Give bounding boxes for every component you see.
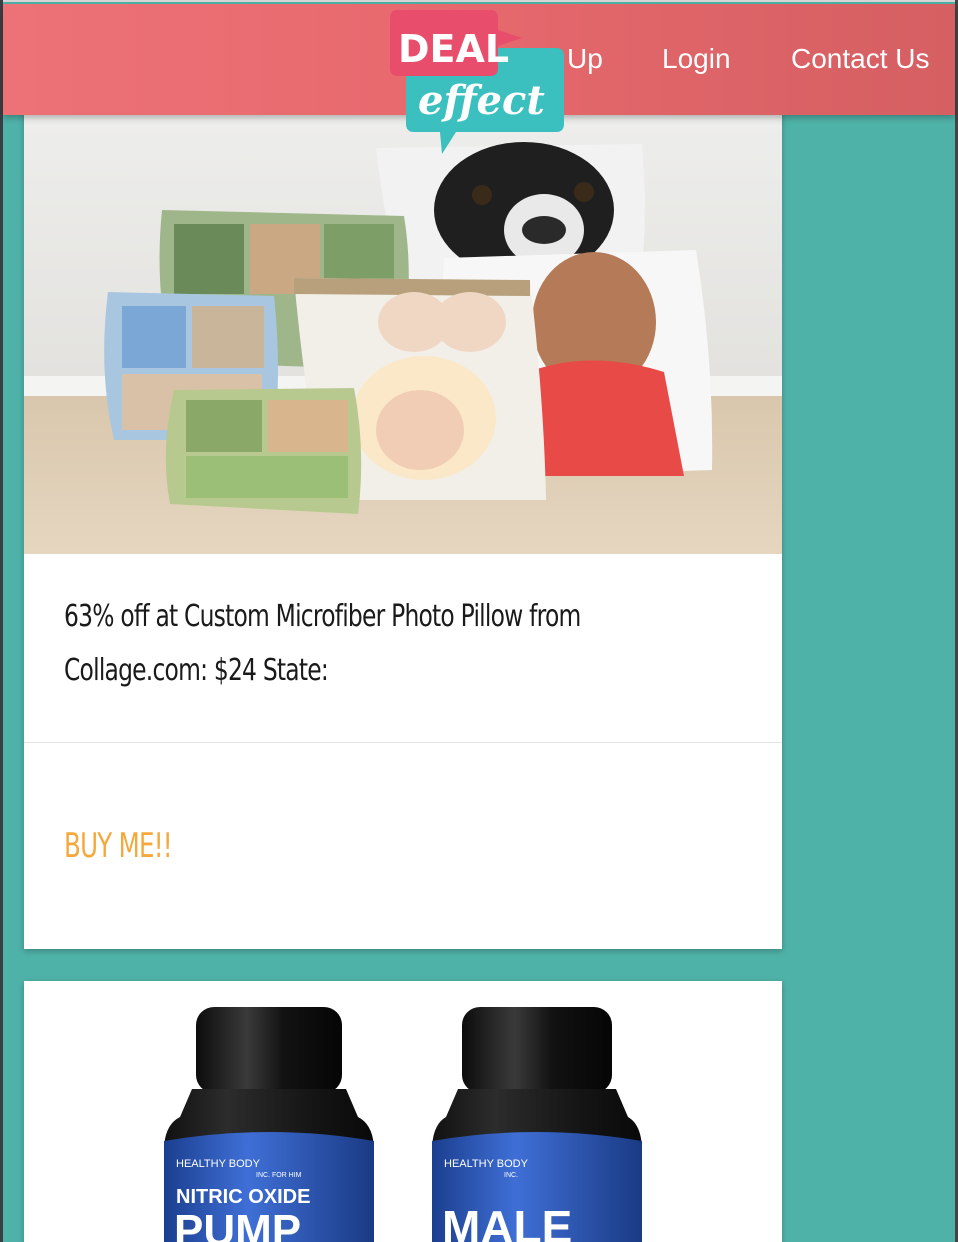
deal-effect-logo[interactable]: DEAL effect xyxy=(384,8,574,158)
deal-card: 63% off at Custom Microfiber Photo Pillo… xyxy=(24,100,782,949)
pillows-illustration xyxy=(24,100,782,554)
supplement-bottles-image[interactable]: HEALTHY BODY INC. FOR HIM NITRIC OXIDE P… xyxy=(24,981,782,1242)
window-left-edge xyxy=(0,0,3,1242)
bottle2-big-text: MALE xyxy=(442,1201,572,1242)
logo-graphic: DEAL effect xyxy=(390,10,564,154)
nav-contact-link[interactable]: Contact Us xyxy=(791,43,930,75)
bottles-illustration: HEALTHY BODY INC. FOR HIM NITRIC OXIDE P… xyxy=(164,1007,642,1242)
card-divider xyxy=(24,742,782,743)
page: Up Login Contact Us DEAL effect 63% off … xyxy=(0,0,958,1242)
deal-card: HEALTHY BODY INC. FOR HIM NITRIC OXIDE P… xyxy=(24,981,782,1242)
nav-login-link[interactable]: Login xyxy=(662,43,731,75)
bottle1-subline-text: INC. FOR HIM xyxy=(256,1172,302,1179)
bottle2-brand-text: HEALTHY BODY xyxy=(444,1158,529,1170)
bottle1-brand-text: HEALTHY BODY xyxy=(176,1158,261,1170)
logo-deal-text: DEAL xyxy=(398,27,509,71)
window-top-edge xyxy=(0,0,958,2)
buy-me-button[interactable]: BUY ME!! xyxy=(64,826,173,866)
bottle2-subline-text: INC. xyxy=(504,1172,518,1179)
photo-pillows-image[interactable] xyxy=(24,100,782,554)
deal-title: 63% off at Custom Microfiber Photo Pillo… xyxy=(64,599,581,688)
bottle1-big-text: PUMP xyxy=(174,1206,301,1242)
logo-effect-text: effect xyxy=(418,77,545,124)
bottle1-name-text: NITRIC OXIDE xyxy=(176,1186,310,1208)
